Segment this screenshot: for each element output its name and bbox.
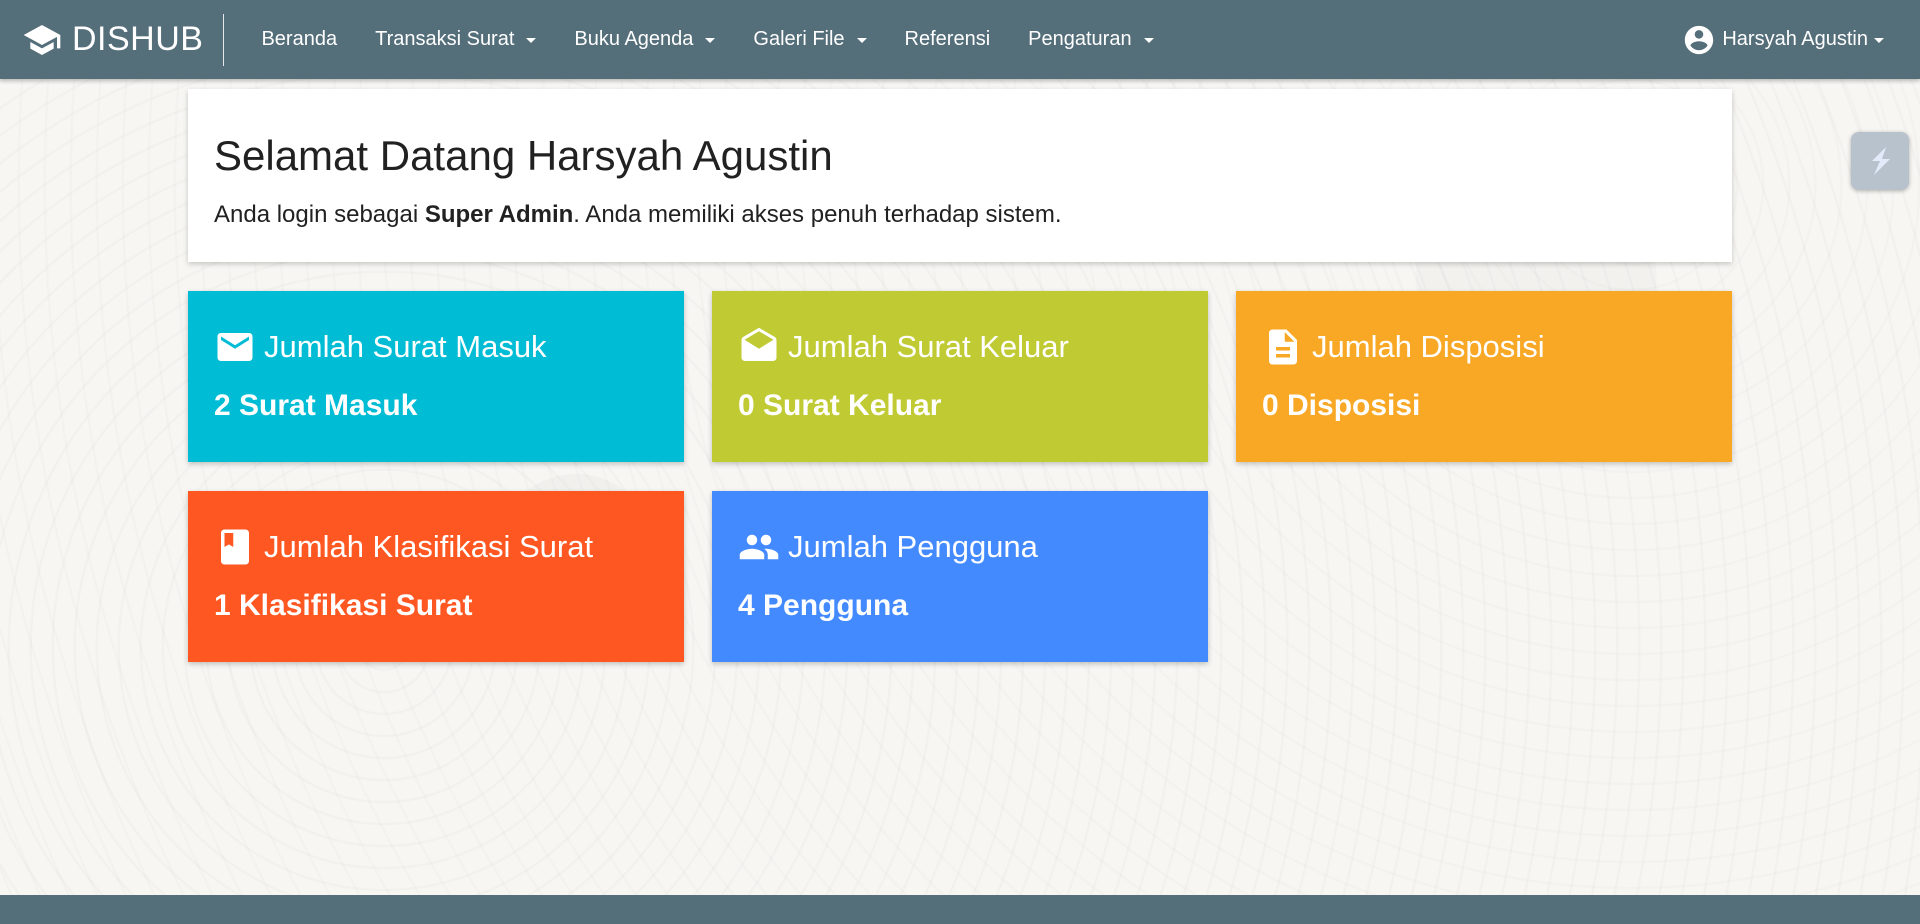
email-icon [217,333,253,361]
brand-name: DISHUB [72,20,204,58]
stat-card-title: Jumlah Klasifikasi Surat [264,529,594,564]
stat-card-title: Jumlah Disposisi [1312,329,1545,364]
brand[interactable]: DISHUB [0,13,225,66]
user-name: Harsyah Agustin [1722,28,1868,50]
stat-card-disposisi[interactable]: Jumlah Disposisi 0 Disposisi [1236,291,1732,462]
nav-item-label: Galeri File [753,28,845,50]
nav-item-label: Transaksi Surat [375,28,515,50]
stat-card-count: 0 Disposisi [1262,389,1421,422]
welcome-message-prefix: Anda login sebagai [214,201,425,229]
nav-item-label: Pengaturan [1028,28,1132,50]
nav-item-label: Beranda [261,28,338,50]
stat-card-surat-keluar[interactable]: Jumlah Surat Keluar 0 Surat Keluar [712,291,1208,462]
welcome-message: Anda login sebagai Super Admin. Anda mem… [214,201,1706,229]
caret-down-icon [526,38,537,43]
stat-card-count: 1 Klasifikasi Surat [214,589,473,622]
people-icon [739,534,779,560]
nav-item-buku-agenda[interactable]: Buku Agenda [555,0,734,79]
nav-item-label: Buku Agenda [574,28,694,50]
user-menu[interactable]: Harsyah Agustin [1682,0,1884,79]
description-icon [1269,329,1297,365]
caret-down-icon [856,38,867,43]
footer-bar [0,895,1920,924]
nav-item-referensi[interactable]: Referensi [886,0,1010,79]
welcome-card: Selamat Datang Harsyah Agustin Anda logi… [188,89,1732,262]
nav-item-pengaturan[interactable]: Pengaturan [1009,0,1172,79]
drafts-icon [741,327,777,361]
account-circle-icon [1685,25,1714,54]
stat-card-count: 0 Surat Keluar [738,389,942,422]
graduation-cap-icon [23,24,61,55]
caret-down-icon [1143,38,1154,43]
nav-item-label: Referensi [904,28,991,50]
nav-item-galeri-file[interactable]: Galeri File [734,0,885,79]
nav-menu: Beranda Transaksi Surat Buku Agenda Gale… [242,0,1172,79]
nav-item-beranda[interactable]: Beranda [242,0,356,79]
stat-card-title: Jumlah Pengguna [788,529,1038,564]
stat-card-klasifikasi-surat[interactable]: Jumlah Klasifikasi Surat 1 Klasifikasi S… [188,491,684,662]
caret-down-icon [705,38,716,43]
stat-card-count: 2 Surat Masuk [214,389,418,422]
stat-card-surat-masuk[interactable]: Jumlah Surat Masuk 2 Surat Masuk [188,291,684,462]
floating-widget-button[interactable] [1851,132,1909,190]
stat-card-title: Jumlah Surat Masuk [264,329,547,364]
stat-card-pengguna[interactable]: Jumlah Pengguna 4 Pengguna [712,491,1208,662]
lightning-icon [1872,147,1890,175]
welcome-message-suffix: . Anda memiliki akses penuh terhadap sis… [573,201,1062,229]
user-role: Super Admin [424,201,574,229]
welcome-title: Selamat Datang Harsyah Agustin [214,132,833,179]
top-navbar: DISHUB Beranda Transaksi Surat Buku Agen… [0,0,1920,79]
caret-down-icon [1874,38,1884,43]
stat-card-count: 4 Pengguna [738,589,909,622]
nav-item-transaksi-surat[interactable]: Transaksi Surat [356,0,555,79]
book-icon [221,529,249,565]
stat-card-title: Jumlah Surat Keluar [788,329,1069,364]
